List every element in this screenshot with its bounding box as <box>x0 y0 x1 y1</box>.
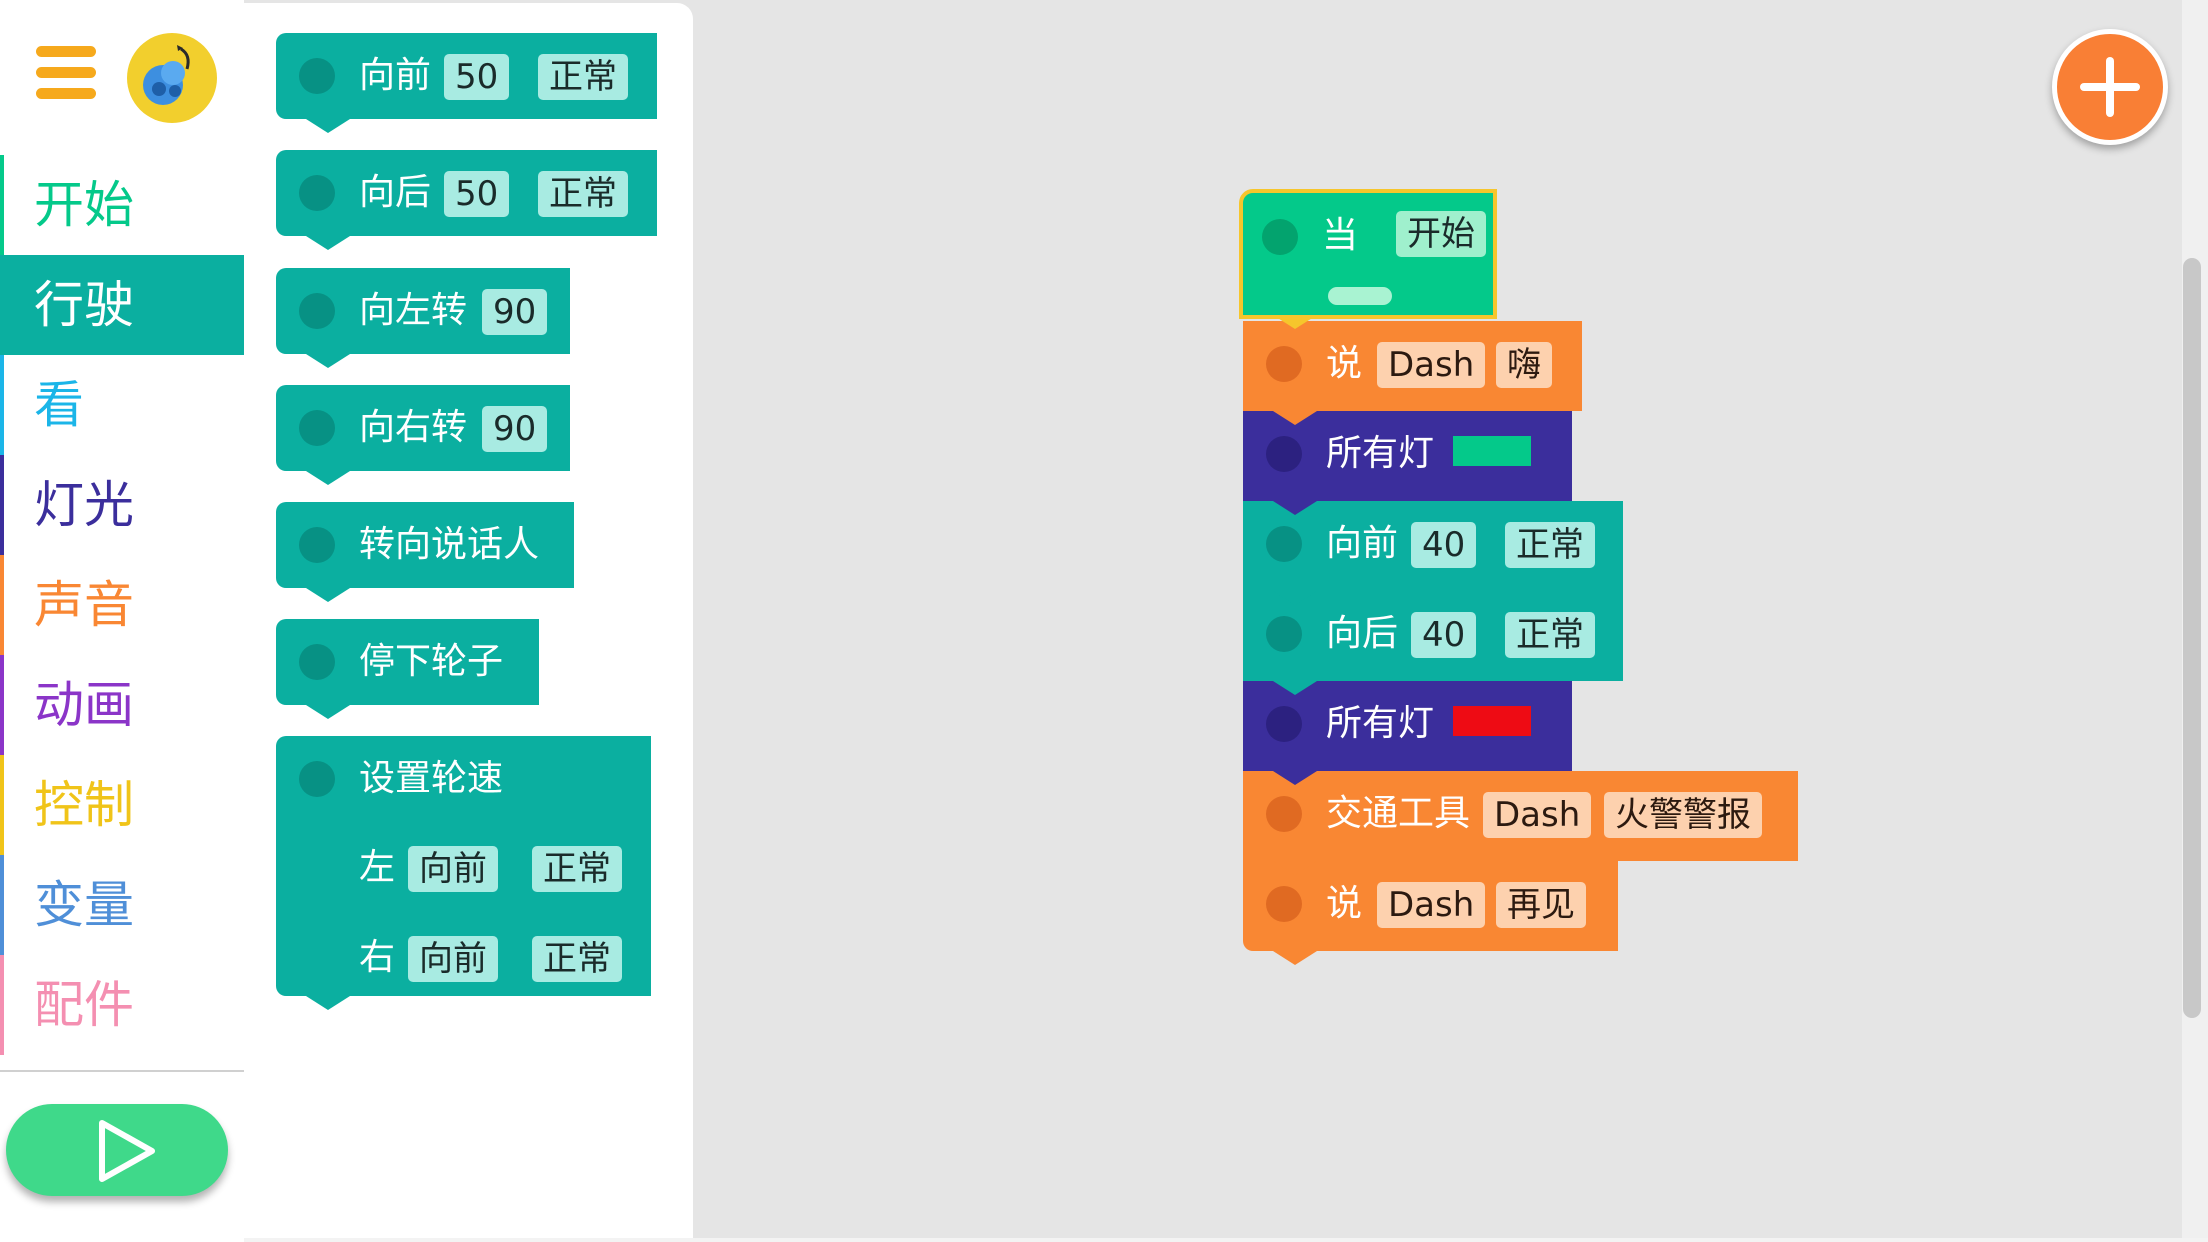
palette-block-turn-to-speaker[interactable]: 转向说话人 <box>276 502 574 602</box>
block-label: 设置轮速 <box>359 758 504 799</box>
distance-input[interactable]: 40 <box>1411 612 1477 658</box>
workspace-scrollbar[interactable] <box>2183 258 2201 1018</box>
angle-input[interactable]: 90 <box>482 289 548 335</box>
phrase-dropdown[interactable]: 嗨 <box>1496 342 1552 388</box>
category-sound[interactable]: 声音 <box>0 555 244 655</box>
block-label: 向右转 <box>359 407 468 448</box>
speed-dropdown[interactable]: 正常 <box>1505 522 1595 568</box>
block-connector-dot <box>299 644 335 680</box>
block-connector-dot <box>299 410 335 446</box>
run-program-button[interactable] <box>6 1104 228 1196</box>
block-connector-dot <box>1262 219 1298 255</box>
distance-input[interactable]: 40 <box>1411 522 1477 568</box>
sound-dropdown[interactable]: 火警警报 <box>1604 792 1762 838</box>
category-control[interactable]: 控制 <box>0 755 244 855</box>
play-icon <box>99 1120 155 1182</box>
palette-block-backward[interactable]: 向后 50 正常 <box>276 150 657 250</box>
category-variables[interactable]: 变量 <box>0 855 244 955</box>
block-connector-dot <box>1266 706 1302 742</box>
hat-block-handle <box>1328 287 1392 305</box>
left-speed-dropdown[interactable]: 正常 <box>532 846 622 892</box>
category-look[interactable]: 看 <box>0 355 244 455</box>
block-connector-dot <box>1266 436 1302 472</box>
workspace-bottom-edge <box>244 1238 2208 1242</box>
block-connector-dot <box>1266 616 1302 652</box>
distance-input[interactable]: 50 <box>444 54 510 100</box>
block-label: 向后 <box>359 172 432 213</box>
right-direction-dropdown[interactable]: 向前 <box>408 936 498 982</box>
block-label: 停下轮子 <box>359 641 504 682</box>
color-picker[interactable] <box>1453 436 1531 466</box>
dash-robot-avatar-icon[interactable] <box>127 33 217 123</box>
palette-block-set-wheel-speed[interactable]: 设置轮速 左 向前 正常 右 向前 正常 <box>276 736 651 1010</box>
block-connector-dot <box>299 293 335 329</box>
category-drive[interactable]: 行驶 <box>0 255 244 355</box>
distance-input[interactable]: 50 <box>444 171 510 217</box>
workspace-block-vehicle-sound[interactable]: 交通工具 Dash 火警警报 <box>1243 771 1798 875</box>
workspace-block-when-start[interactable]: 当 开始 <box>1239 189 1497 329</box>
right-speed-dropdown[interactable]: 正常 <box>532 936 622 982</box>
block-label: 所有灯 <box>1326 703 1435 744</box>
speed-dropdown[interactable]: 正常 <box>1505 612 1595 658</box>
robot-dropdown[interactable]: Dash <box>1377 882 1486 928</box>
angle-input[interactable]: 90 <box>482 406 548 452</box>
palette-block-turn-right[interactable]: 向右转 90 <box>276 385 570 485</box>
category-accessories[interactable]: 配件 <box>0 955 244 1055</box>
palette-block-stop-wheels[interactable]: 停下轮子 <box>276 619 539 719</box>
block-connector-dot <box>1266 886 1302 922</box>
block-label: 向前 <box>359 55 432 96</box>
block-connector-dot <box>1266 346 1302 382</box>
block-connector-dot <box>1266 526 1302 562</box>
workspace-block-say-hi[interactable]: 说 Dash 嗨 <box>1243 321 1582 425</box>
block-label: 交通工具 <box>1326 793 1471 834</box>
robot-dropdown[interactable]: Dash <box>1377 342 1486 388</box>
color-picker[interactable] <box>1453 706 1531 736</box>
block-label: 当 <box>1322 215 1359 256</box>
speed-dropdown[interactable]: 正常 <box>538 54 628 100</box>
block-label: 向左转 <box>359 290 468 331</box>
sidebar-divider <box>0 1070 244 1072</box>
block-connector-dot <box>299 58 335 94</box>
category-animation[interactable]: 动画 <box>0 655 244 755</box>
palette-block-forward[interactable]: 向前 50 正常 <box>276 33 657 133</box>
event-dropdown[interactable]: 开始 <box>1396 211 1486 257</box>
block-label: 转向说话人 <box>359 524 540 565</box>
block-label: 说 <box>1326 343 1363 384</box>
block-connector-dot <box>299 761 335 797</box>
block-label: 向前 <box>1326 523 1399 564</box>
phrase-dropdown[interactable]: 再见 <box>1496 882 1586 928</box>
left-wheel-label: 左 <box>359 847 396 888</box>
block-label: 所有灯 <box>1326 433 1435 474</box>
block-connector-dot <box>1266 796 1302 832</box>
block-label: 向后 <box>1326 613 1399 654</box>
robot-dropdown[interactable]: Dash <box>1483 792 1592 838</box>
block-connector-dot <box>299 527 335 563</box>
palette-block-turn-left[interactable]: 向左转 90 <box>276 268 570 368</box>
left-direction-dropdown[interactable]: 向前 <box>408 846 498 892</box>
block-label: 说 <box>1326 883 1363 924</box>
block-connector-dot <box>299 175 335 211</box>
hamburger-menu-icon[interactable] <box>36 46 96 100</box>
category-start[interactable]: 开始 <box>0 155 244 255</box>
category-lights[interactable]: 灯光 <box>0 455 244 555</box>
right-wheel-label: 右 <box>359 937 396 978</box>
speed-dropdown[interactable]: 正常 <box>538 171 628 217</box>
plus-icon[interactable] <box>2052 29 2168 145</box>
